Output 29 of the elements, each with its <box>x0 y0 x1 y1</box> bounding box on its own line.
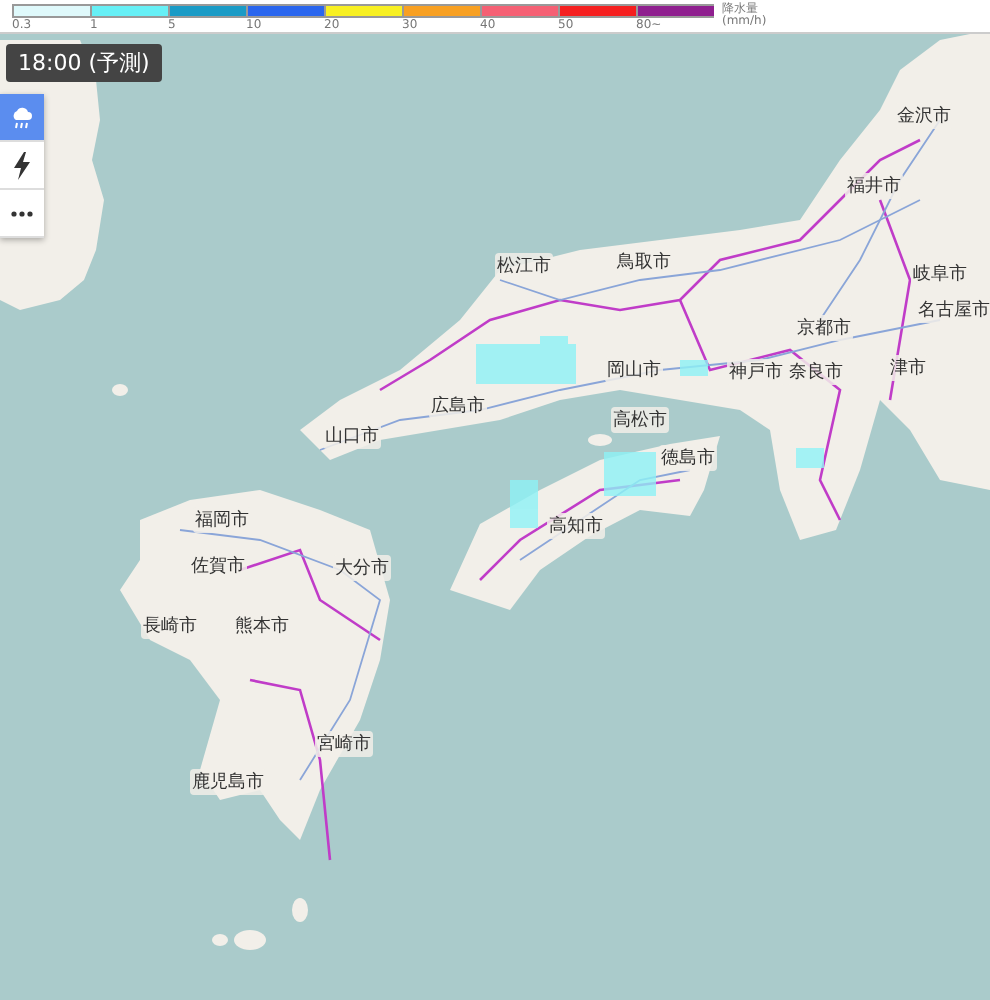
city-label: 京都市 <box>795 315 853 341</box>
city-label: 鹿児島市 <box>190 769 266 795</box>
city-label: 熊本市 <box>233 613 291 639</box>
city-label: 山口市 <box>323 423 381 449</box>
time-label: 18:00 (予測) <box>6 44 162 82</box>
city-label: 佐賀市 <box>189 553 247 579</box>
city-label: 高松市 <box>611 407 669 433</box>
city-label: 岡山市 <box>605 357 663 383</box>
city-label: 長崎市 <box>141 613 199 639</box>
layer-button[interactable] <box>0 190 44 238</box>
city-label: 福井市 <box>845 173 903 199</box>
city-label: 名古屋市 <box>916 297 990 323</box>
lightning-icon <box>12 151 32 179</box>
city-label: 大分市 <box>333 555 391 581</box>
rain-cloud-icon <box>10 105 34 129</box>
city-label: 高知市 <box>547 513 605 539</box>
city-label: 神戸市 <box>727 359 785 385</box>
city-label: 宮崎市 <box>315 731 373 757</box>
city-label: 広島市 <box>429 393 487 419</box>
city-label: 岐阜市 <box>911 261 969 287</box>
more-icon <box>10 209 34 217</box>
city-label: 奈良市 <box>787 359 845 385</box>
city-label: 鳥取市 <box>615 249 673 275</box>
city-label: 金沢市 <box>895 103 953 129</box>
city-label: 徳島市 <box>659 445 717 471</box>
city-label: 福岡市 <box>193 507 251 533</box>
city-label: 津市 <box>888 355 928 381</box>
city-label: 松江市 <box>495 253 553 279</box>
layer-button[interactable] <box>0 142 44 190</box>
